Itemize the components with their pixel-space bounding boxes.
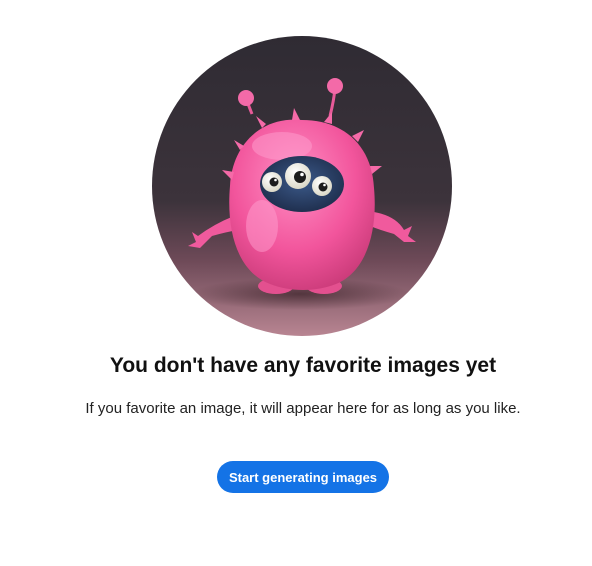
monster-illustration (152, 36, 452, 336)
empty-state-title: You don't have any favorite images yet (109, 354, 497, 377)
start-generating-images-button[interactable]: Start generating images (217, 461, 389, 493)
empty-state-subtitle: If you favorite an image, it will appear… (85, 400, 521, 417)
monster-image (152, 36, 452, 336)
empty-state: You don't have any favorite images yet I… (0, 0, 592, 566)
